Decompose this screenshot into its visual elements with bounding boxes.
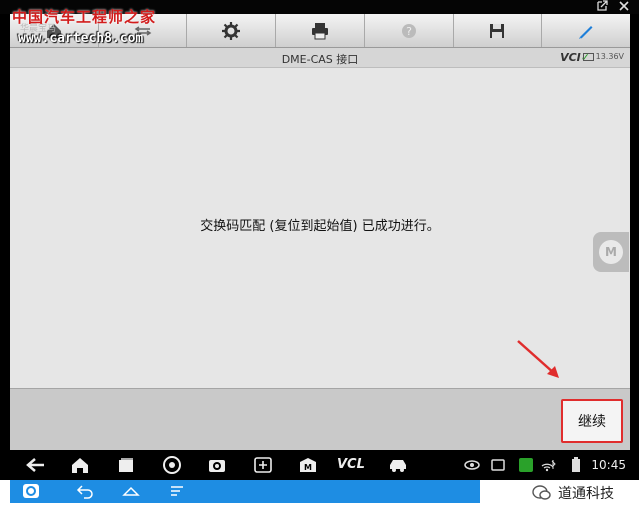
menu-icon[interactable] [168,483,186,499]
annotation-arrow-icon [517,340,559,378]
maxifix-icon[interactable]: M [298,456,318,474]
brand-name: 道通科技 [558,486,614,502]
back-icon[interactable] [76,483,94,499]
status-icons [541,460,556,472]
side-menu-label: M [599,240,623,264]
action-bar: 继续 [10,388,630,450]
battery-icon [582,52,594,61]
continue-button[interactable]: 继续 [561,399,623,443]
close-icon[interactable] [616,0,632,14]
page-title: DME-CAS 接口 [281,53,359,66]
settings-button[interactable] [187,14,277,47]
home-icon[interactable] [122,483,140,499]
side-menu-tab[interactable]: M [593,232,629,272]
printer-icon [312,22,329,39]
eye-icon [464,460,480,470]
pen-icon [579,25,593,39]
battery-status-icon [572,457,580,472]
gear-icon [222,21,241,40]
screenshot-icon[interactable] [253,456,273,474]
home-icon[interactable] [70,456,90,474]
svg-text:M: M [304,463,312,472]
display-icon [491,459,505,471]
vcl-label[interactable]: VCL [337,457,365,472]
recent-apps-icon[interactable] [116,456,136,474]
print-button[interactable] [276,14,365,47]
camera-icon[interactable] [207,456,227,474]
notification-icon [519,458,533,472]
clock: 10:45 [591,458,626,472]
battery-indicator: 13.36V [582,52,624,61]
save-icon [490,23,505,38]
chrome-icon[interactable] [162,456,182,474]
battery-voltage: 13.36V [595,52,624,61]
svg-text:?: ? [406,25,412,38]
system-nav-strip [10,480,480,503]
save-button[interactable] [454,14,543,47]
android-nav-bar: M VCL 10:45 [10,450,630,480]
brand-watermark: 道通科技 [532,480,614,506]
system-bar: 道通科技 [0,480,639,515]
status-bar: DME-CAS 接口 VCI✓ 13.36V [10,48,630,68]
help-icon: ? [401,23,416,38]
vci-label: VCI [560,51,581,64]
watermark-url: www.cartech8.com [18,31,144,46]
wechat-icon [532,485,551,500]
help-button[interactable]: ? [365,14,454,47]
remote-app-icon[interactable] [22,483,40,499]
external-link-icon[interactable] [594,0,610,14]
result-message: 交换码匹配 (复位到起始值) 已成功进行。 [200,219,440,234]
car-icon[interactable] [388,456,408,474]
back-icon[interactable] [26,456,46,474]
data-logging-button[interactable] [542,14,630,47]
